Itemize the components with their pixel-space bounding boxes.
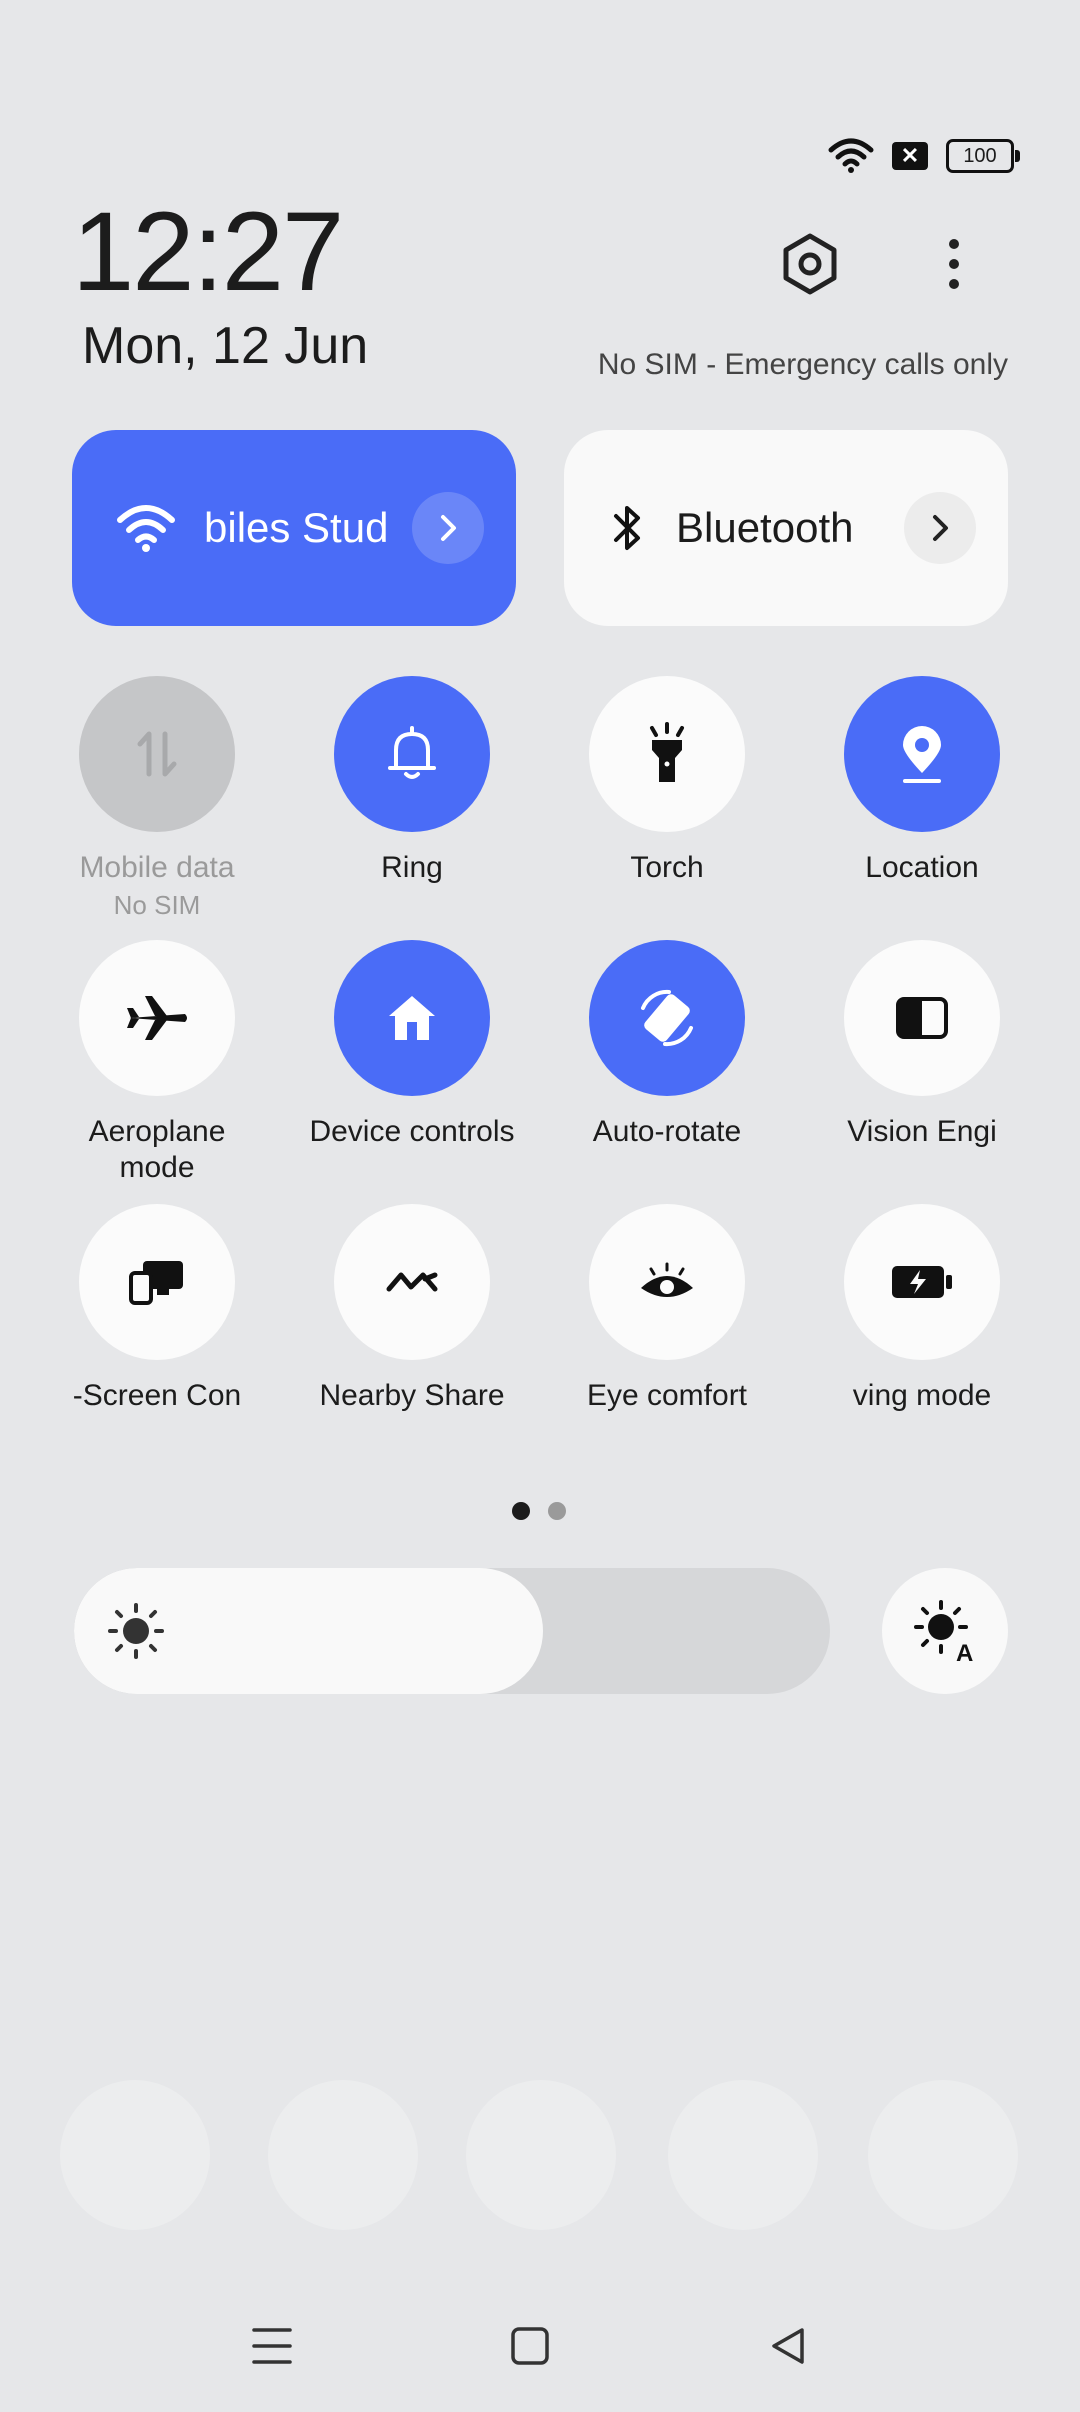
wallpaper-hint: [868, 2080, 1018, 2230]
vision-engine-toggle[interactable]: [844, 940, 1000, 1096]
location-label: Location: [865, 851, 979, 884]
battery-saver-icon: [892, 1266, 952, 1298]
wallpaper-hint: [466, 2080, 616, 2230]
menu-icon: [252, 2328, 292, 2364]
mobile-data-arrows-icon: [137, 731, 177, 777]
bluetooth-icon: [614, 506, 640, 550]
wifi-icon: [117, 505, 175, 552]
nearby-share-icon: [386, 1272, 438, 1292]
screen-cast-toggle[interactable]: [79, 1204, 235, 1360]
vision-engine-icon: [896, 997, 948, 1039]
ring-toggle[interactable]: [334, 676, 490, 832]
wifi-tile[interactable]: biles Stud: [72, 430, 516, 626]
bluetooth-tile[interactable]: Bluetooth: [564, 430, 1008, 626]
battery-level: 100: [963, 144, 997, 167]
date[interactable]: Mon, 12 Jun: [82, 320, 368, 372]
bluetooth-expand-button[interactable]: [904, 492, 976, 564]
eye-comfort-label: Eye comfort: [586, 1379, 748, 1412]
ring-tile[interactable]: Ring: [302, 676, 522, 886]
aeroplane-mode-label: Aeroplane mode: [47, 1114, 267, 1186]
aeroplane-icon: [127, 996, 187, 1040]
auto-rotate-icon: [641, 989, 693, 1047]
aeroplane-mode-tile[interactable]: Aeroplane mode: [47, 940, 267, 1186]
screen-cast-label: -Screen Con: [72, 1379, 242, 1412]
mobile-data-tile[interactable]: Mobile data No SIM: [47, 676, 267, 921]
settings-hexagon-icon: [783, 233, 837, 295]
vision-engine-label: Vision Engi: [847, 1115, 997, 1148]
svg-text:A: A: [956, 1640, 973, 1663]
settings-button[interactable]: [778, 232, 842, 296]
chevron-right-icon: [441, 515, 456, 541]
page-indicator: [512, 1502, 566, 1520]
saving-mode-toggle[interactable]: [844, 1204, 1000, 1360]
screen-cast-tile[interactable]: -Screen Con: [47, 1204, 267, 1414]
saving-mode-tile[interactable]: ving mode: [812, 1204, 1032, 1414]
device-controls-toggle[interactable]: [334, 940, 490, 1096]
mobile-data-label: Mobile data: [79, 851, 235, 884]
back-triangle-icon: [772, 2328, 804, 2364]
torch-icon: [650, 722, 684, 782]
sim-status-text: No SIM - Emergency calls only: [597, 348, 1008, 381]
mobile-data-sublabel: No SIM: [113, 890, 201, 920]
navigation-bar: [0, 2306, 1080, 2386]
eye-comfort-tile[interactable]: Eye comfort: [557, 1204, 777, 1414]
wallpaper-hint: [268, 2080, 418, 2230]
wifi-icon: [828, 138, 874, 173]
location-toggle[interactable]: [844, 676, 1000, 832]
eye-icon: [641, 1262, 693, 1297]
wallpaper-hint: [60, 2080, 210, 2230]
chevron-right-icon: [933, 515, 948, 541]
battery-indicator: 100: [946, 139, 1020, 173]
saving-mode-label: ving mode: [852, 1379, 992, 1412]
wifi-expand-button[interactable]: [412, 492, 484, 564]
clock[interactable]: 12:27: [72, 196, 344, 308]
page-dot-2[interactable]: [548, 1502, 566, 1520]
more-vertical-icon: [949, 239, 959, 289]
brightness-sun-icon: [108, 1603, 164, 1659]
sim-missing-icon: ✕: [892, 142, 928, 170]
aeroplane-mode-toggle[interactable]: [79, 940, 235, 1096]
torch-label: Torch: [630, 851, 704, 884]
nearby-share-tile[interactable]: Nearby Share: [302, 1204, 522, 1414]
auto-rotate-label: Auto-rotate: [592, 1115, 742, 1148]
torch-toggle[interactable]: [589, 676, 745, 832]
back-button[interactable]: [748, 2306, 828, 2386]
status-bar: ✕ 100: [828, 138, 1020, 174]
bell-icon: [388, 726, 436, 779]
auto-rotate-tile[interactable]: Auto-rotate: [557, 940, 777, 1150]
wallpaper-hint: [668, 2080, 818, 2230]
more-options-button[interactable]: [922, 232, 986, 296]
auto-brightness-button[interactable]: A: [882, 1568, 1008, 1694]
bluetooth-label: Bluetooth: [676, 504, 854, 551]
home-button[interactable]: [490, 2306, 570, 2386]
multi-screen-icon: [129, 1261, 183, 1305]
location-pin-icon: [903, 726, 941, 783]
eye-comfort-toggle[interactable]: [589, 1204, 745, 1360]
nearby-share-text: Nearby Share: [319, 1379, 505, 1412]
auto-rotate-toggle[interactable]: [589, 940, 745, 1096]
square-icon: [511, 2327, 549, 2365]
torch-tile[interactable]: Torch: [557, 676, 777, 886]
device-controls-text: Device controls: [309, 1115, 515, 1148]
brightness-slider[interactable]: [74, 1568, 830, 1694]
page-dot-1[interactable]: [512, 1502, 530, 1520]
auto-brightness-icon: A: [914, 1600, 973, 1663]
nearby-share-label: Nearby Share: [302, 1378, 522, 1414]
location-tile[interactable]: Location: [812, 676, 1032, 886]
nearby-share-toggle[interactable]: [334, 1204, 490, 1360]
aeroplane-mode-text: Aeroplane mode: [88, 1115, 226, 1184]
mobile-data-toggle[interactable]: [79, 676, 235, 832]
ring-label: Ring: [381, 851, 443, 884]
wifi-network-label: biles Stud: [204, 504, 389, 551]
vision-engine-tile[interactable]: Vision Engi: [812, 940, 1032, 1150]
device-controls-tile[interactable]: Device controls: [302, 940, 522, 1150]
recents-button[interactable]: [232, 2306, 312, 2386]
home-icon: [389, 996, 435, 1040]
device-controls-label: Device controls: [302, 1114, 522, 1150]
